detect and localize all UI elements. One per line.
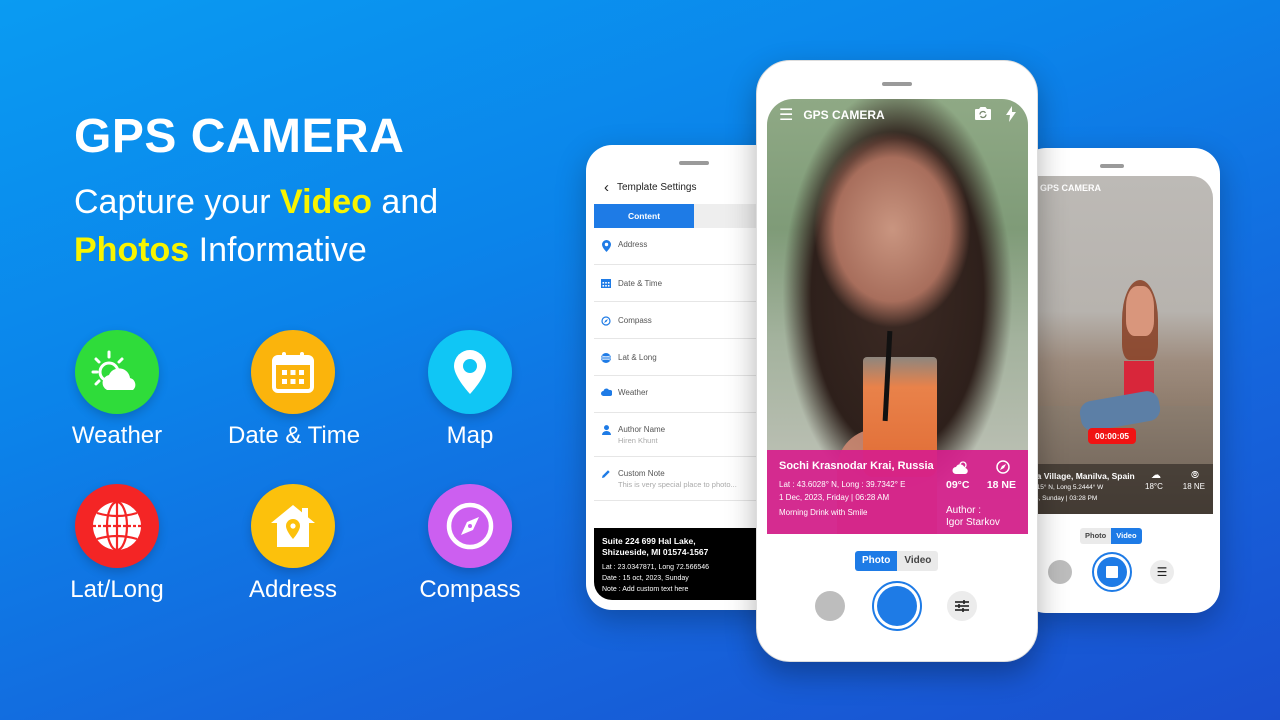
tagline-text: Capture your [74, 183, 280, 221]
cloud-sun-icon: ☁ [1151, 470, 1161, 481]
mode-toggle: Photo Video [855, 551, 939, 571]
video-stamp: uesa Village, Manilva, Spain 6.3615° N, … [1030, 464, 1213, 514]
stop-record-button[interactable] [1092, 552, 1132, 592]
sliders-icon [955, 600, 969, 612]
phone-video-camera: GPS CAMERA 00:00:05 uesa Village, Manilv… [1020, 148, 1220, 613]
map-pin-icon [428, 330, 512, 414]
adjust-settings-button[interactable]: ☰ [1150, 560, 1174, 584]
stamp-temp: 09°C [946, 479, 970, 491]
setting-value: Hiren Khunt [618, 436, 658, 445]
app-title: GPS CAMERA [803, 108, 885, 122]
stamp-note: Note : Add custom text here [602, 586, 689, 593]
feature-date-time: Date & Time [228, 330, 361, 450]
menu-icon[interactable]: ☰ [779, 105, 793, 125]
phone-notch [882, 82, 912, 86]
phone-photo-camera: ☰ GPS CAMERA Sochi Krasnodar Krai, Russi… [756, 60, 1038, 662]
phone-notch [1100, 164, 1124, 168]
tagline-highlight-photos: Photos [74, 231, 190, 269]
gallery-thumbnail-button[interactable] [1048, 560, 1072, 584]
stamp-latlong: Lat : 23.0347871, Long 72.566546 [602, 564, 710, 571]
feature-label: Weather [71, 422, 163, 449]
shutter-button[interactable] [872, 581, 922, 631]
setting-label: Date & Time [618, 279, 663, 288]
camera-top-bar: ☰ GPS CAMERA [767, 99, 1028, 131]
stamp-date: Date : 15 oct, 2023, Sunday [602, 575, 689, 582]
globe-icon [600, 353, 612, 363]
video-viewfinder: GPS CAMERA 00:00:05 uesa Village, Manilv… [1030, 176, 1213, 514]
feature-label: Map [446, 422, 494, 449]
feature-label: Compass [419, 576, 521, 603]
stamp-address-line2: Shizueside, MI 01574-1567 [602, 547, 709, 557]
tagline: Capture your Video and Photos Informativ… [74, 178, 438, 274]
compass-icon: ⦾ [1191, 470, 1199, 481]
setting-label: Author Name [618, 425, 666, 434]
stamp-author: Author : Igor Starkov [946, 505, 1016, 529]
mode-photo-button[interactable]: Photo [855, 551, 898, 571]
tab-content[interactable]: Content [594, 204, 694, 228]
setting-label: Weather [618, 388, 649, 397]
setting-value: This is very special place to photo... [618, 480, 737, 489]
stamp-weather: ☁ ⦾ 18°C 18 NE [1145, 470, 1205, 491]
sliders-icon: ☰ [1156, 565, 1168, 579]
globe-icon [75, 484, 159, 568]
pencil-icon [600, 469, 612, 479]
template-settings-title: Template Settings [617, 181, 697, 193]
mode-photo-button[interactable]: Photo [1080, 528, 1112, 544]
person-icon [600, 425, 612, 435]
photo-subject [1126, 286, 1154, 336]
tagline-highlight-video: Video [280, 183, 372, 221]
stamp-address-line1: Suite 224 699 Hal Lake, [602, 536, 696, 546]
phone-notch [679, 161, 709, 165]
location-icon [600, 240, 612, 252]
feature-label: Address [248, 576, 338, 603]
mode-video-button[interactable]: Video [1111, 528, 1142, 544]
adjust-settings-button[interactable] [947, 591, 977, 621]
calendar-icon [251, 330, 335, 414]
cloud-sun-icon [952, 460, 970, 477]
setting-label: Compass [618, 316, 652, 325]
gallery-thumbnail-button[interactable] [815, 591, 845, 621]
home-pin-icon [251, 484, 335, 568]
stamp-weather: 09°C 18 NE Author : Igor Starkov [946, 460, 1016, 529]
app-title: GPS CAMERA [74, 110, 405, 163]
back-arrow-icon[interactable]: ‹ [604, 179, 609, 196]
photo-stamp: Sochi Krasnodar Krai, Russia Lat : 43.60… [767, 450, 1028, 534]
mode-video-button[interactable]: Video [897, 551, 939, 571]
recording-timer: 00:00:05 [1088, 428, 1137, 444]
mode-toggle: Photo Video [1080, 528, 1142, 544]
setting-label: Address [618, 240, 648, 249]
calendar-icon [600, 279, 612, 288]
feature-label: Date & Time [228, 422, 361, 449]
feature-address: Address [228, 484, 358, 604]
stamp-direction: 18 NE [1182, 482, 1205, 491]
flash-icon[interactable] [1006, 105, 1016, 125]
setting-label: Custom Note [618, 469, 665, 478]
tagline-text: Informative [189, 231, 367, 269]
photo-viewfinder: ☰ GPS CAMERA Sochi Krasnodar Krai, Russi… [767, 99, 1028, 534]
feature-map: Map [405, 330, 535, 450]
stamp-direction: 18 NE [986, 479, 1016, 491]
camera-controls [757, 581, 1037, 633]
stamp-temp: 18°C [1145, 482, 1163, 491]
switch-camera-icon[interactable] [974, 106, 992, 125]
hero: GPS CAMERA Capture your Video and Photos… [74, 110, 438, 274]
stamp-author-label: Author : [946, 505, 982, 516]
tagline-text: and [371, 183, 439, 221]
weather-icon [75, 330, 159, 414]
camera-controls: ☰ [1020, 552, 1220, 592]
setting-label: Lat & Long [618, 353, 657, 362]
feature-compass: Compass [405, 484, 535, 604]
feature-weather: Weather [52, 330, 182, 450]
feature-lat-long: Lat/Long [52, 484, 182, 604]
stamp-datetime: 2023, Sunday | 03:28 PM [1030, 495, 1098, 502]
compass-icon [996, 460, 1010, 477]
app-title: GPS CAMERA [1040, 183, 1102, 193]
stop-icon [1106, 566, 1118, 578]
compass-icon [600, 316, 612, 326]
cloud-icon [600, 388, 612, 396]
compass-icon [428, 484, 512, 568]
feature-label: Lat/Long [70, 576, 164, 603]
stamp-author-name: Igor Starkov [946, 517, 1000, 528]
